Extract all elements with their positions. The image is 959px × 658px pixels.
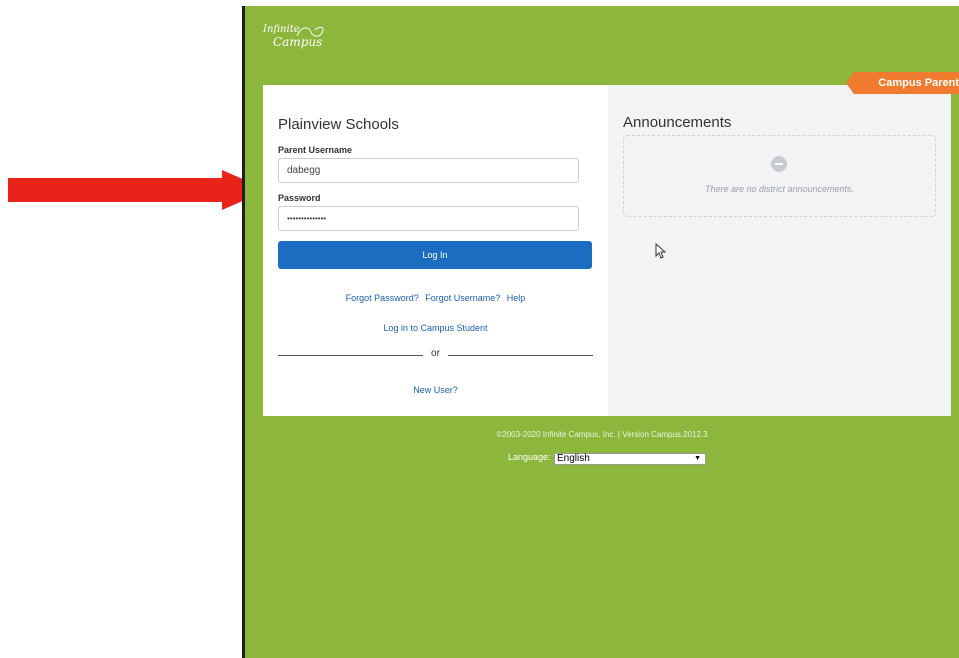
campus-parent-tag: Campus Parent xyxy=(846,72,959,94)
or-separator: or xyxy=(431,348,440,359)
minus-circle-icon xyxy=(771,156,787,172)
password-label: Password xyxy=(278,193,321,203)
login-button[interactable]: Log In xyxy=(278,241,592,269)
help-links: Forgot Password? Forgot Username? Help xyxy=(263,293,608,303)
announcements-title: Announcements xyxy=(623,114,732,131)
infinite-campus-logo: Infinite Campus xyxy=(261,22,351,62)
help-link[interactable]: Help xyxy=(507,293,526,303)
login-panel: Plainview Schools Parent Username dabegg… xyxy=(263,85,608,416)
campus-student-link[interactable]: Log in to Campus Student xyxy=(263,323,608,333)
announcements-empty-box: There are no district announcements. xyxy=(623,135,936,217)
forgot-username-link[interactable]: Forgot Username? xyxy=(425,293,500,303)
language-label: Language: xyxy=(508,452,551,462)
username-label: Parent Username xyxy=(278,145,353,155)
language-select[interactable]: English ▼ xyxy=(554,453,706,465)
red-arrow-annotation xyxy=(8,170,268,210)
mouse-cursor-icon xyxy=(655,243,667,259)
copyright-text: ©2003-2020 Infinite Campus, Inc. | Versi… xyxy=(496,430,708,439)
campus-parent-label: Campus Parent xyxy=(878,77,959,89)
password-input[interactable]: •••••••••••••• xyxy=(278,206,579,231)
logo-swoosh-icon xyxy=(296,26,324,37)
divider-right xyxy=(448,355,593,356)
new-user-link[interactable]: New User? xyxy=(263,385,608,395)
login-page: Infinite Campus Plainview Schools Parent… xyxy=(245,6,959,658)
language-selected-value: English xyxy=(557,453,590,464)
forgot-password-link[interactable]: Forgot Password? xyxy=(346,293,419,303)
district-name: Plainview Schools xyxy=(278,116,399,133)
dropdown-arrow-icon: ▼ xyxy=(694,455,701,462)
announcements-empty-text: There are no district announcements. xyxy=(704,184,855,194)
login-card: Plainview Schools Parent Username dabegg… xyxy=(263,85,951,416)
username-input[interactable]: dabegg xyxy=(278,158,579,183)
